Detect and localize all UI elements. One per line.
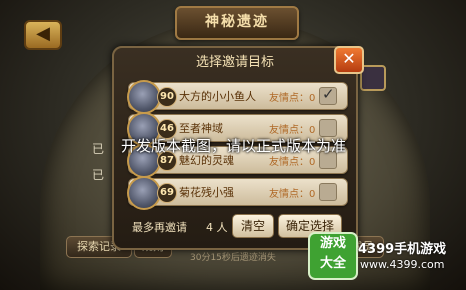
level-badge: 69 [157, 183, 177, 203]
max-invite-label: 最多再邀请 [132, 221, 187, 234]
select-checkbox[interactable] [319, 85, 337, 105]
player-avatar [127, 176, 161, 210]
site-name: 4399手机游戏 [358, 242, 447, 257]
list-item[interactable]: 69 菊花残小强 友情点：0 [127, 176, 348, 210]
player-name: 菊花残小强 [179, 186, 234, 199]
player-name: 大方的小小鱼人 [179, 90, 256, 103]
close-button[interactable]: ✕ [334, 46, 364, 74]
logo-line: 游戏 [319, 236, 346, 251]
friend-points: 友情点：0 [269, 125, 316, 136]
list-item[interactable]: 90 大方的小小鱼人 友情点：0 [127, 80, 348, 114]
select-checkbox[interactable] [319, 183, 337, 201]
site-logo-badge: 游戏 大全 [308, 232, 358, 280]
logo-line: 大全 [319, 256, 346, 271]
side-text: 已 [92, 142, 105, 156]
side-text: 已 [92, 168, 105, 182]
player-avatar [127, 80, 161, 114]
page-title: 神秘遗迹 [175, 6, 299, 40]
level-badge: 90 [157, 87, 177, 107]
clear-button[interactable]: 清空 [232, 214, 274, 238]
dev-build-watermark: 开发版本截图，请以正式版本为准 [121, 137, 347, 155]
max-invite-count: 4 人 [206, 221, 228, 234]
countdown-text: 30分15秒后遗迹消失 [190, 253, 276, 263]
friend-points: 友情点：0 [269, 189, 316, 200]
dialog-title: 选择邀请目标 [195, 55, 274, 70]
back-button[interactable]: ◀ [24, 20, 62, 50]
player-name: 至者神域 [179, 122, 223, 135]
friend-points: 友情点：0 [269, 93, 316, 104]
game-screen: 神秘遗迹 ◀ 已 已 探索记录 规则 30分15秒后遗迹消失 全成员 选择邀请目… [0, 0, 466, 290]
close-icon: ✕ [342, 49, 356, 68]
site-url: www.4399.com [360, 258, 445, 271]
back-arrow-icon: ◀ [36, 23, 50, 44]
